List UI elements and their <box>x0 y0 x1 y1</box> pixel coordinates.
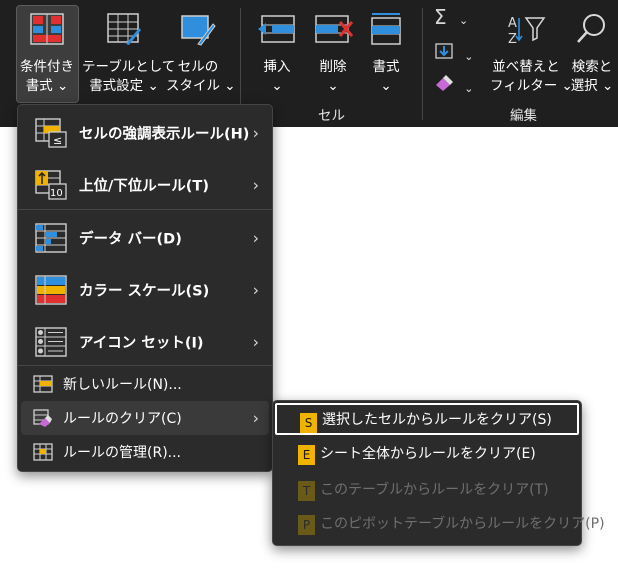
chevron-right-icon: › <box>252 228 259 248</box>
chevron-right-icon: › <box>252 280 259 300</box>
group-label-editing: 編集 <box>510 108 537 124</box>
delete-cells-icon <box>315 15 354 43</box>
autosum-button[interactable]: Σ ⌄ <box>434 5 482 30</box>
insert-label-1: 挿入 <box>263 59 291 75</box>
format-label-2: ⌄ <box>380 78 392 94</box>
submenu-item-label: シート全体からルールをクリア(E) <box>320 446 536 462</box>
menu-item-highlight-rules[interactable]: ≤ セルの強調表示ルール(H) › <box>21 108 269 158</box>
menu-item-new-rule[interactable]: 新しいルール(N)... <box>21 367 269 401</box>
data-bars-icon <box>35 223 67 253</box>
format-as-table-label-2: 書式設定 ⌄ <box>89 78 159 94</box>
sort-filter-label-1: 並べ替えと <box>492 59 560 75</box>
menu-item-label: セルの強調表示ルール(H) <box>79 126 250 143</box>
chevron-right-icon: › <box>252 332 259 352</box>
cell-styles-label-2: スタイル ⌄ <box>166 78 236 94</box>
conditional-formatting-label-1: 条件付き <box>20 59 74 75</box>
format-cells-button[interactable]: 書式 ⌄ <box>362 8 410 96</box>
conditional-formatting-icon <box>30 13 64 45</box>
menu-item-clear-rules[interactable]: ルールのクリア(C) › <box>21 401 269 435</box>
clear-button[interactable]: ⌄ <box>434 74 482 98</box>
conditional-formatting-label-2: 書式 ⌄ <box>25 78 69 94</box>
chevron-down-icon: ⌄ <box>464 82 474 95</box>
manage-rules-icon <box>33 443 53 461</box>
sort-filter-label-2: フィルター ⌄ <box>490 78 573 94</box>
menu-item-data-bars[interactable]: データ バー(D) › <box>21 213 269 263</box>
sigma-icon: Σ <box>434 5 447 29</box>
submenu-item-clear-this-table[interactable]: T このテーブルからルールをクリア(T) <box>275 473 579 505</box>
format-label-1: 書式 <box>372 59 400 75</box>
sort-filter-button[interactable]: A Z 並べ替えと フィルター ⌄ <box>490 8 573 96</box>
submenu-item-clear-pivot-table[interactable]: P このピボットテーブルからルールをクリア(P) <box>275 507 605 539</box>
svg-text:A: A <box>508 16 517 31</box>
menu-item-top-bottom-rules[interactable]: 10 上位/下位ルール(T) › <box>21 160 269 210</box>
fill-button[interactable]: ⌄ <box>434 42 482 66</box>
new-rule-icon <box>33 375 53 393</box>
keytip-badge: E <box>298 445 315 465</box>
clear-rules-icon <box>33 409 52 427</box>
cell-styles-label-1: セルの <box>177 59 219 75</box>
keytip-badge: S <box>300 413 317 433</box>
menu-item-label: ルールの管理(R)... <box>63 445 182 461</box>
table-format-icon <box>107 13 141 45</box>
cell-styles-icon <box>181 15 216 46</box>
cell-styles-button[interactable]: セルの スタイル ⌄ <box>166 8 236 96</box>
keytip-badge: T <box>298 481 315 501</box>
chevron-down-icon: ⌄ <box>458 14 469 27</box>
eraser-icon <box>436 75 453 91</box>
submenu-item-label: このテーブルからルールをクリア(T) <box>320 482 549 498</box>
submenu-item-clear-selected-cells[interactable]: S 選択したセルからルールをクリア(S) <box>275 403 579 435</box>
delete-label-2: ⌄ <box>327 78 339 94</box>
menu-item-icon-sets[interactable]: アイコン セット(I) › <box>21 317 269 367</box>
submenu-item-label: このピボットテーブルからルールをクリア(P) <box>320 516 605 532</box>
group-label-cells: セル <box>318 108 345 124</box>
menu-item-label: カラー スケール(S) <box>79 283 210 300</box>
chevron-right-icon: › <box>252 408 259 428</box>
find-select-label-2: 選択 ⌄ <box>570 78 614 94</box>
menu-item-label: 新しいルール(N)... <box>63 377 182 393</box>
insert-label-2: ⌄ <box>271 78 283 94</box>
delete-label-1: 削除 <box>319 59 347 75</box>
chevron-down-icon: ⌄ <box>464 50 474 63</box>
format-as-table-label-1: テーブルとして <box>82 59 176 75</box>
find-select-label-1: 検索と <box>571 59 613 75</box>
find-select-button[interactable]: 検索と 選択 ⌄ <box>566 8 618 96</box>
menu-separator <box>18 209 272 210</box>
menu-item-manage-rules[interactable]: ルールの管理(R)... <box>21 435 269 469</box>
sort-filter-icon: A Z <box>508 16 546 47</box>
color-scales-icon <box>35 275 67 305</box>
top-bottom-rules-icon: 10 <box>35 170 67 200</box>
svg-text:≤: ≤ <box>53 134 62 147</box>
chevron-right-icon: › <box>252 175 259 195</box>
menu-item-color-scales[interactable]: カラー スケール(S) › <box>21 265 269 315</box>
svg-text:10: 10 <box>50 188 63 199</box>
submenu-item-clear-entire-sheet[interactable]: E シート全体からルールをクリア(E) <box>275 437 579 469</box>
conditional-formatting-menu: ≤ セルの強調表示ルール(H) › 10 上位/下位ルール(T) › データ バ… <box>17 104 273 472</box>
conditional-formatting-button[interactable]: 条件付き 書式 ⌄ <box>13 8 81 96</box>
clear-rules-submenu: S 選択したセルからルールをクリア(S) E シート全体からルールをクリア(E)… <box>272 400 605 546</box>
svg-text:Z: Z <box>508 32 517 46</box>
insert-cells-button[interactable]: 挿入 ⌄ <box>252 8 302 96</box>
search-icon <box>577 14 605 43</box>
keytip-badge: P <box>298 515 315 535</box>
group-separator <box>422 8 423 120</box>
insert-cells-icon <box>258 15 295 43</box>
menu-item-label: データ バー(D) <box>79 231 182 248</box>
icon-sets-icon <box>35 327 67 357</box>
menu-item-label: アイコン セット(I) <box>79 335 204 352</box>
submenu-item-label: 選択したセルからルールをクリア(S) <box>322 412 552 428</box>
format-cells-icon <box>371 13 401 45</box>
menu-separator <box>18 365 272 366</box>
delete-cells-button[interactable]: 削除 ⌄ <box>308 8 358 96</box>
fill-down-icon <box>435 43 453 59</box>
menu-item-label: 上位/下位ルール(T) <box>79 178 209 195</box>
menu-item-label: ルールのクリア(C) <box>63 411 182 427</box>
chevron-right-icon: › <box>252 123 259 143</box>
highlight-rules-icon: ≤ <box>35 118 67 148</box>
format-as-table-button[interactable]: テーブルとして 書式設定 ⌄ <box>82 8 176 96</box>
